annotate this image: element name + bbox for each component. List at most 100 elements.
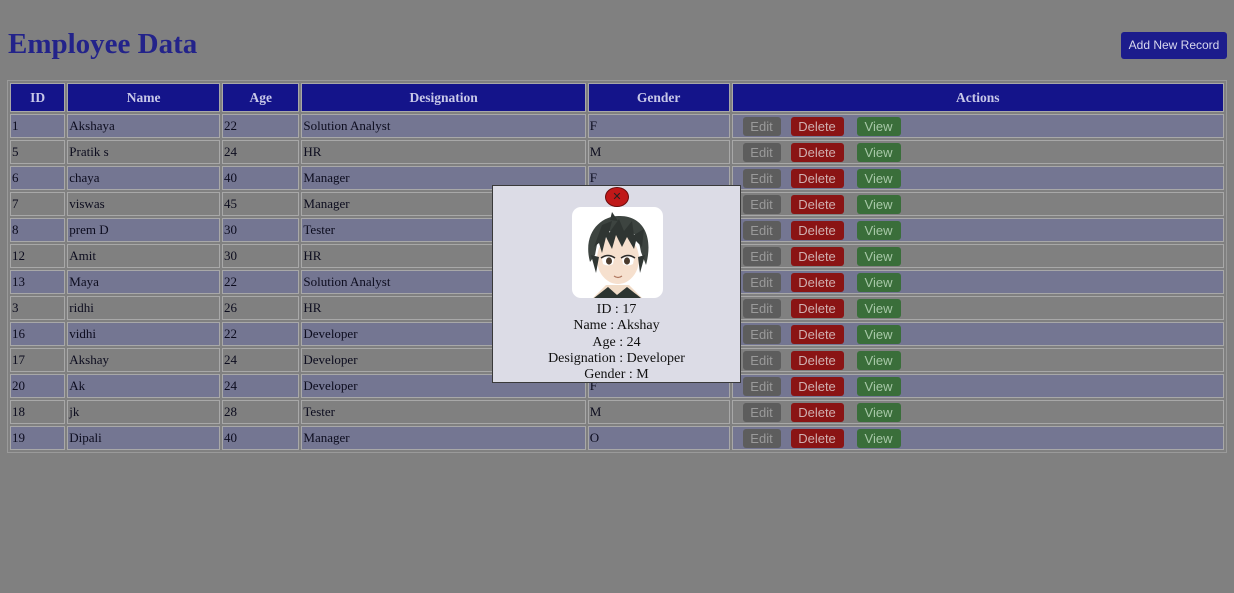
delete-button[interactable]: Delete [790, 194, 844, 214]
cell-age: 22 [222, 322, 300, 346]
delete-button[interactable]: Delete [790, 220, 844, 240]
cell-actions: Edit Delete View [731, 140, 1224, 164]
column-header-gender: Gender [587, 83, 730, 112]
delete-button[interactable]: Delete [790, 428, 844, 448]
view-button[interactable]: View [856, 168, 901, 188]
cell-actions: Edit Delete View [731, 426, 1224, 450]
cell-id: 8 [10, 218, 66, 242]
cell-name: prem D [67, 218, 221, 242]
cell-name: Dipali [67, 426, 221, 450]
delete-button[interactable]: Delete [790, 246, 844, 266]
cell-age: 45 [222, 192, 300, 216]
cell-age: 40 [222, 166, 300, 190]
view-button[interactable]: View [856, 402, 901, 422]
cell-id: 3 [10, 296, 66, 320]
delete-button[interactable]: Delete [790, 142, 844, 162]
cell-id: 7 [10, 192, 66, 216]
view-button[interactable]: View [856, 376, 901, 396]
cell-age: 24 [222, 374, 300, 398]
edit-button[interactable]: Edit [742, 142, 781, 162]
edit-button[interactable]: Edit [742, 350, 781, 370]
cell-actions: Edit Delete View [731, 244, 1224, 268]
add-new-record-button[interactable]: Add New Record [1121, 32, 1227, 59]
cell-id: 16 [10, 322, 66, 346]
cell-designation: Solution Analyst [301, 114, 586, 138]
edit-button[interactable]: Edit [742, 298, 781, 318]
cell-id: 5 [10, 140, 66, 164]
cell-id: 1 [10, 114, 66, 138]
cell-name: ridhi [67, 296, 221, 320]
cell-name: vidhi [67, 322, 221, 346]
edit-button[interactable]: Edit [742, 428, 781, 448]
cell-gender: M [587, 400, 730, 424]
edit-button[interactable]: Edit [742, 246, 781, 266]
edit-button[interactable]: Edit [742, 402, 781, 422]
view-button[interactable]: View [856, 324, 901, 344]
view-button[interactable]: View [856, 116, 901, 136]
view-button[interactable]: View [856, 350, 901, 370]
edit-button[interactable]: Edit [742, 168, 781, 188]
delete-button[interactable]: Delete [790, 298, 844, 318]
edit-button[interactable]: Edit [742, 194, 781, 214]
edit-button[interactable]: Edit [742, 272, 781, 292]
cell-name: Maya [67, 270, 221, 294]
view-button[interactable]: View [856, 194, 901, 214]
column-header-designation: Designation [301, 83, 586, 112]
close-icon[interactable]: ✕ [605, 187, 629, 207]
employee-details: ID : 17 Name : Akshay Age : 24 Designati… [493, 302, 740, 383]
delete-button[interactable]: Delete [790, 350, 844, 370]
view-button[interactable]: View [856, 142, 901, 162]
delete-button[interactable]: Delete [790, 402, 844, 422]
delete-button[interactable]: Delete [790, 116, 844, 136]
cell-actions: Edit Delete View [731, 218, 1224, 242]
delete-button[interactable]: Delete [790, 168, 844, 188]
detail-age: Age : 24 [592, 334, 641, 350]
cell-gender: M [587, 140, 730, 164]
cell-id: 19 [10, 426, 66, 450]
delete-button[interactable]: Delete [790, 324, 844, 344]
edit-button[interactable]: Edit [742, 376, 781, 396]
cell-id: 18 [10, 400, 66, 424]
edit-button[interactable]: Edit [742, 220, 781, 240]
cell-actions: Edit Delete View [731, 270, 1224, 294]
view-button[interactable]: View [856, 272, 901, 292]
detail-gender: Gender : M [584, 367, 649, 383]
column-header-name: Name [67, 83, 221, 112]
view-button[interactable]: View [856, 220, 901, 240]
delete-button[interactable]: Delete [790, 376, 844, 396]
cell-age: 24 [222, 140, 300, 164]
cell-id: 13 [10, 270, 66, 294]
detail-designation: Designation : Developer [548, 350, 685, 366]
cell-actions: Edit Delete View [731, 374, 1224, 398]
detail-name: Name : Akshay [573, 318, 660, 334]
cell-name: Akshaya [67, 114, 221, 138]
cell-age: 26 [222, 296, 300, 320]
column-header-age: Age [222, 83, 300, 112]
cell-name: Amit [67, 244, 221, 268]
table-row: 18 jk 28 Tester M Edit Delete View [10, 400, 1224, 424]
cell-gender: F [587, 114, 730, 138]
cell-name: Pratik s [67, 140, 221, 164]
cell-designation: Tester [301, 400, 586, 424]
table-row: 5 Pratik s 24 HR M Edit Delete View [10, 140, 1224, 164]
view-button[interactable]: View [856, 246, 901, 266]
cell-name: Ak [67, 374, 221, 398]
view-button[interactable]: View [856, 298, 901, 318]
cell-age: 24 [222, 348, 300, 372]
cell-age: 28 [222, 400, 300, 424]
cell-actions: Edit Delete View [731, 296, 1224, 320]
edit-button[interactable]: Edit [742, 324, 781, 344]
view-button[interactable]: View [856, 428, 901, 448]
table-header-row: ID Name Age Designation Gender Actions [10, 83, 1224, 112]
cell-gender: O [587, 426, 730, 450]
anime-boy-avatar [572, 207, 663, 298]
cell-age: 22 [222, 270, 300, 294]
employee-detail-modal: ✕ ID: 17 Name: Akshay Age: 24 Designa… [492, 185, 741, 383]
cell-age: 30 [222, 244, 300, 268]
edit-button[interactable]: Edit [742, 116, 781, 136]
delete-button[interactable]: Delete [790, 272, 844, 292]
cell-name: chaya [67, 166, 221, 190]
table-row: 19 Dipali 40 Manager O Edit Delete View [10, 426, 1224, 450]
cell-id: 6 [10, 166, 66, 190]
cell-designation: Manager [301, 426, 586, 450]
